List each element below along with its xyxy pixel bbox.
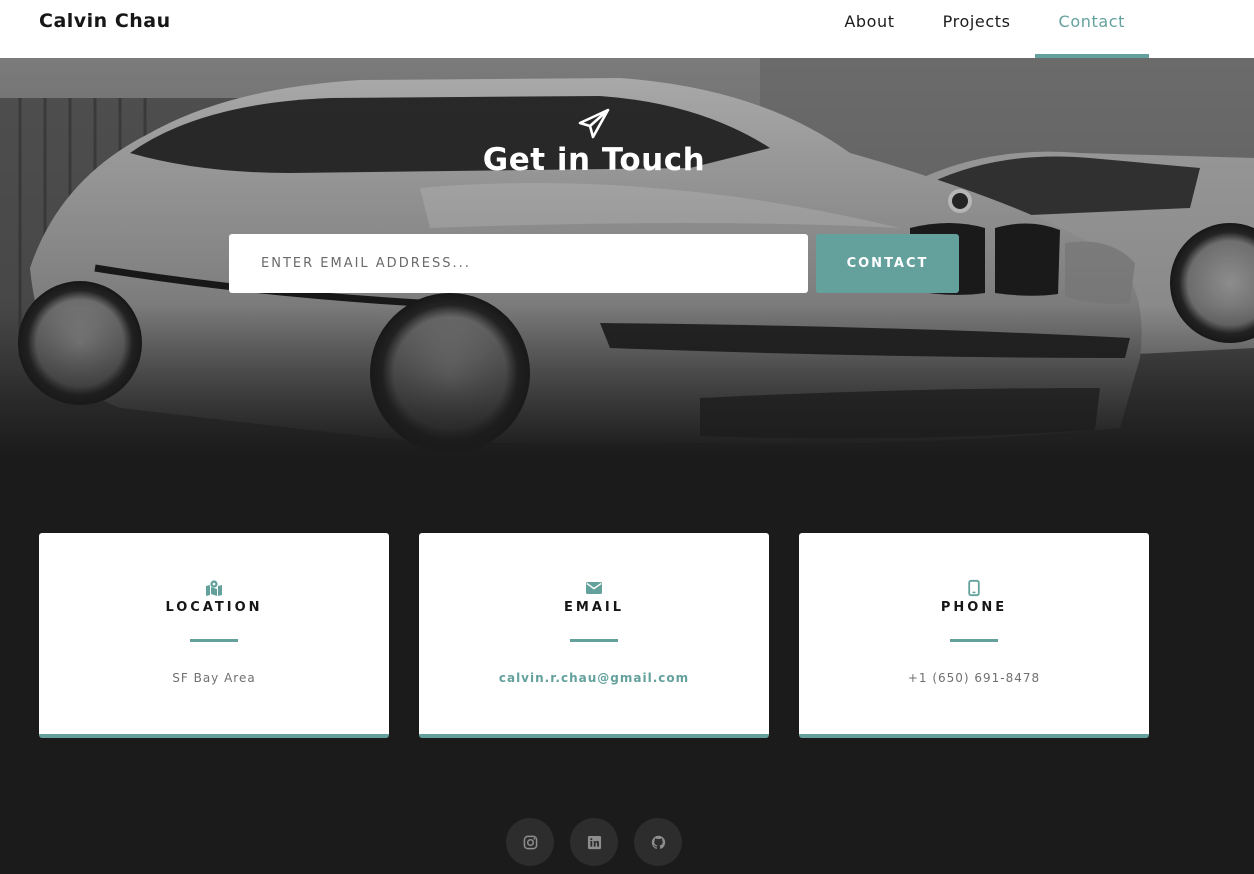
social-links [506, 818, 682, 866]
paper-plane-icon [578, 108, 610, 139]
email-title: EMAIL [564, 600, 624, 615]
github-icon [651, 835, 665, 849]
location-card: LOCATION SF Bay Area [39, 533, 389, 738]
card-divider [950, 639, 998, 642]
contact-cards: LOCATION SF Bay Area EMAIL calvin.r.chau… [39, 533, 1149, 738]
instagram-button[interactable] [506, 818, 554, 866]
brand-name[interactable]: Calvin Chau [39, 10, 171, 32]
top-navbar: Calvin Chau About Projects Contact [0, 0, 1254, 58]
contact-form: CONTACT [229, 234, 959, 293]
hero-title: Get in Touch [482, 142, 706, 178]
envelope-icon [586, 582, 602, 594]
hero-heading: Get in Touch [0, 106, 1188, 178]
location-value: SF Bay Area [172, 671, 256, 685]
card-divider [190, 639, 238, 642]
nav-link-projects[interactable]: Projects [919, 0, 1035, 58]
phone-title: PHONE [940, 600, 1008, 615]
nav-links: About Projects Contact [820, 0, 1150, 58]
phone-card: PHONE +1 (650) 691-8478 [799, 533, 1149, 738]
linkedin-button[interactable] [570, 818, 618, 866]
nav-link-about[interactable]: About [820, 0, 918, 58]
github-button[interactable] [634, 818, 682, 866]
email-input[interactable] [229, 234, 808, 293]
nav-link-contact[interactable]: Contact [1034, 0, 1150, 58]
email-link[interactable]: calvin.r.chau@gmail.com [419, 671, 769, 685]
email-card: EMAIL calvin.r.chau@gmail.com [419, 533, 769, 738]
hero-section: Get in Touch CONTACT [0, 58, 1254, 458]
contact-button[interactable]: CONTACT [816, 234, 959, 293]
mobile-phone-icon [968, 579, 980, 597]
location-title: LOCATION [165, 600, 263, 615]
phone-value: +1 (650) 691-8478 [907, 671, 1041, 685]
map-marked-icon [206, 580, 222, 596]
card-divider [570, 639, 618, 642]
instagram-icon [523, 835, 537, 849]
linkedin-icon [587, 835, 601, 849]
